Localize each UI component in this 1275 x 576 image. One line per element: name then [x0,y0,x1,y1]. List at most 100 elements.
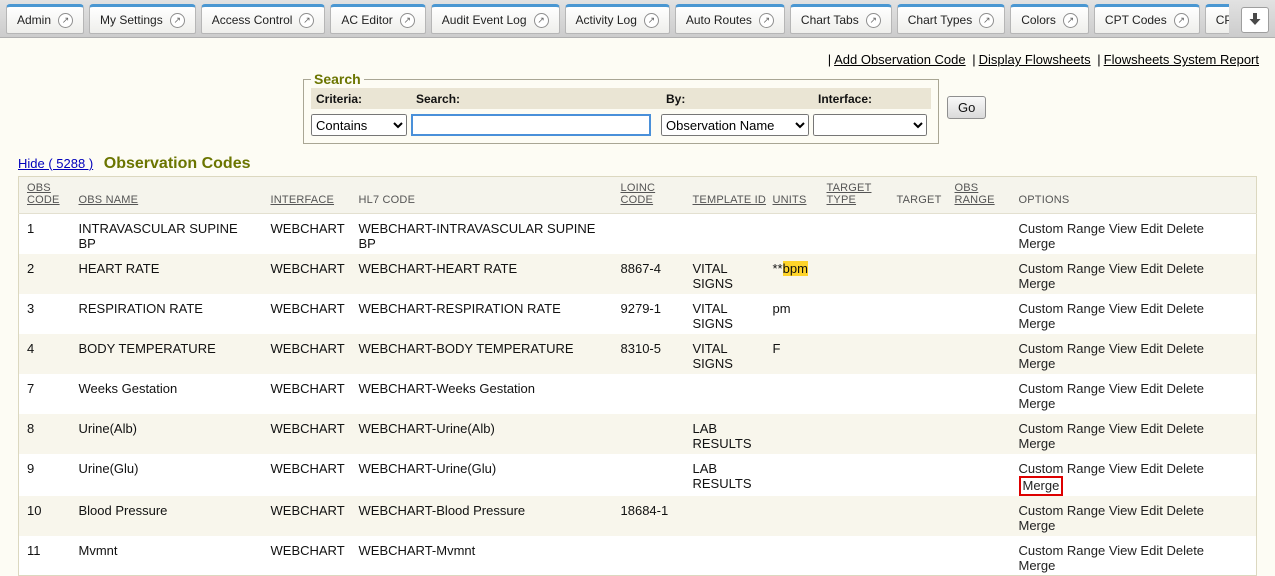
edit-link[interactable]: Edit [1140,461,1162,476]
edit-link[interactable]: Edit [1140,341,1162,356]
merge-link[interactable]: Merge [1019,518,1056,533]
tab-admin[interactable]: Admin ↗ [6,4,84,34]
merge-link[interactable]: Merge [1019,476,1064,496]
view-link[interactable]: View [1109,301,1137,316]
flowsheets-system-report-link[interactable]: Flowsheets System Report [1104,52,1259,67]
delete-link[interactable]: Delete [1166,341,1204,356]
popout-icon[interactable]: ↗ [1063,13,1078,28]
delete-link[interactable]: Delete [1166,543,1204,558]
criteria-select[interactable]: Contains [311,114,407,136]
col-header-obs-range[interactable]: OBS RANGE [947,177,1011,214]
by-select[interactable]: Observation Name [661,114,809,136]
custom-range-link[interactable]: Custom Range [1019,543,1106,558]
cell-options: Custom Range View Edit Delete Merge [1011,414,1257,454]
tab-chart-types[interactable]: Chart Types↗ [897,4,1005,34]
popout-icon[interactable]: ↗ [759,13,774,28]
merge-link[interactable]: Merge [1019,356,1056,371]
cell-interface: WEBCHART [263,414,351,454]
delete-link[interactable]: Delete [1166,503,1204,518]
popout-icon[interactable]: ↗ [58,13,73,28]
cell-template-id: VITAL SIGNS [685,294,765,334]
view-link[interactable]: View [1109,421,1137,436]
edit-link[interactable]: Edit [1140,503,1162,518]
tab-cpt-codes[interactable]: CPT Codes↗ [1094,4,1200,34]
cell-interface: WEBCHART [263,374,351,414]
custom-range-link[interactable]: Custom Range [1019,261,1106,276]
custom-range-link[interactable]: Custom Range [1019,301,1106,316]
merge-link[interactable]: Merge [1019,316,1056,331]
delete-link[interactable]: Delete [1166,261,1204,276]
link-separator: | [1097,52,1100,67]
merge-link[interactable]: Merge [1019,276,1056,291]
search-input[interactable] [411,114,651,136]
view-link[interactable]: View [1109,503,1137,518]
merge-link[interactable]: Merge [1019,236,1056,251]
popout-icon[interactable]: ↗ [866,13,881,28]
edit-link[interactable]: Edit [1140,261,1162,276]
view-link[interactable]: View [1109,461,1137,476]
col-header-loinc-code[interactable]: LOINC CODE [613,177,685,214]
cell-hl7-code: WEBCHART-Weeks Gestation [351,374,613,414]
tab-cpt-requirements[interactable]: CPT Requirem↗ [1205,4,1229,34]
edit-link[interactable]: Edit [1140,221,1162,236]
merge-link[interactable]: Merge [1019,396,1056,411]
cell-obs-name: Mvmnt [71,536,263,576]
tab-access-control[interactable]: Access Control↗ [201,4,326,34]
table-row: 8Urine(Alb)WEBCHARTWEBCHART-Urine(Alb)LA… [19,414,1257,454]
merge-link[interactable]: Merge [1019,436,1056,451]
popout-icon[interactable]: ↗ [1174,13,1189,28]
edit-link[interactable]: Edit [1140,421,1162,436]
col-header-obs-name[interactable]: OBS NAME [71,177,263,214]
tab-strip: Admin↗My Settings↗Access Control↗AC Edit… [6,4,1229,35]
merge-link[interactable]: Merge [1019,558,1056,573]
cell-options: Custom Range View Edit Delete Merge [1011,334,1257,374]
page-title: Observation Codes [104,155,251,172]
go-button[interactable]: Go [947,96,986,119]
tab-auto-routes[interactable]: Auto Routes↗ [675,4,785,34]
edit-link[interactable]: Edit [1140,381,1162,396]
custom-range-link[interactable]: Custom Range [1019,381,1106,396]
col-header-obs-code[interactable]: OBS CODE [19,177,71,214]
custom-range-link[interactable]: Custom Range [1019,461,1106,476]
popout-icon[interactable]: ↗ [299,13,314,28]
tab-ac-editor[interactable]: AC Editor↗ [330,4,425,34]
custom-range-link[interactable]: Custom Range [1019,341,1106,356]
view-link[interactable]: View [1109,221,1137,236]
delete-link[interactable]: Delete [1166,461,1204,476]
view-link[interactable]: View [1109,381,1137,396]
popout-icon[interactable]: ↗ [170,13,185,28]
display-flowsheets-link[interactable]: Display Flowsheets [979,52,1091,67]
custom-range-link[interactable]: Custom Range [1019,421,1106,436]
tab-audit-event-log[interactable]: Audit Event Log↗ [431,4,560,34]
header-links: |Add Observation Code |Display Flowsheet… [0,38,1275,67]
col-header-template-id[interactable]: TEMPLATE ID [685,177,765,214]
delete-link[interactable]: Delete [1166,381,1204,396]
cell-target [889,254,947,294]
tab-colors[interactable]: Colors↗ [1010,4,1089,34]
view-link[interactable]: View [1109,341,1137,356]
custom-range-link[interactable]: Custom Range [1019,221,1106,236]
edit-link[interactable]: Edit [1140,543,1162,558]
delete-link[interactable]: Delete [1166,421,1204,436]
tab-chart-tabs[interactable]: Chart Tabs↗ [790,4,892,34]
add-observation-code-link[interactable]: Add Observation Code [834,52,966,67]
tab-scroll-down-button[interactable] [1241,7,1269,33]
tab-activity-log[interactable]: Activity Log↗ [565,4,670,34]
col-header-units[interactable]: UNITS [765,177,819,214]
popout-icon[interactable]: ↗ [979,13,994,28]
edit-link[interactable]: Edit [1140,301,1162,316]
col-header-target-type[interactable]: TARGET TYPE [819,177,889,214]
custom-range-link[interactable]: Custom Range [1019,503,1106,518]
popout-icon[interactable]: ↗ [644,13,659,28]
tab-my-settings[interactable]: My Settings↗ [89,4,196,34]
interface-select[interactable] [813,114,927,136]
delete-link[interactable]: Delete [1166,301,1204,316]
popout-icon[interactable]: ↗ [400,13,415,28]
hide-link[interactable]: Hide ( 5288 ) [18,156,93,171]
popout-icon[interactable]: ↗ [534,13,549,28]
col-header-interface[interactable]: INTERFACE [263,177,351,214]
view-link[interactable]: View [1109,261,1137,276]
delete-link[interactable]: Delete [1166,221,1204,236]
tab-label: Admin [17,13,51,27]
view-link[interactable]: View [1109,543,1137,558]
